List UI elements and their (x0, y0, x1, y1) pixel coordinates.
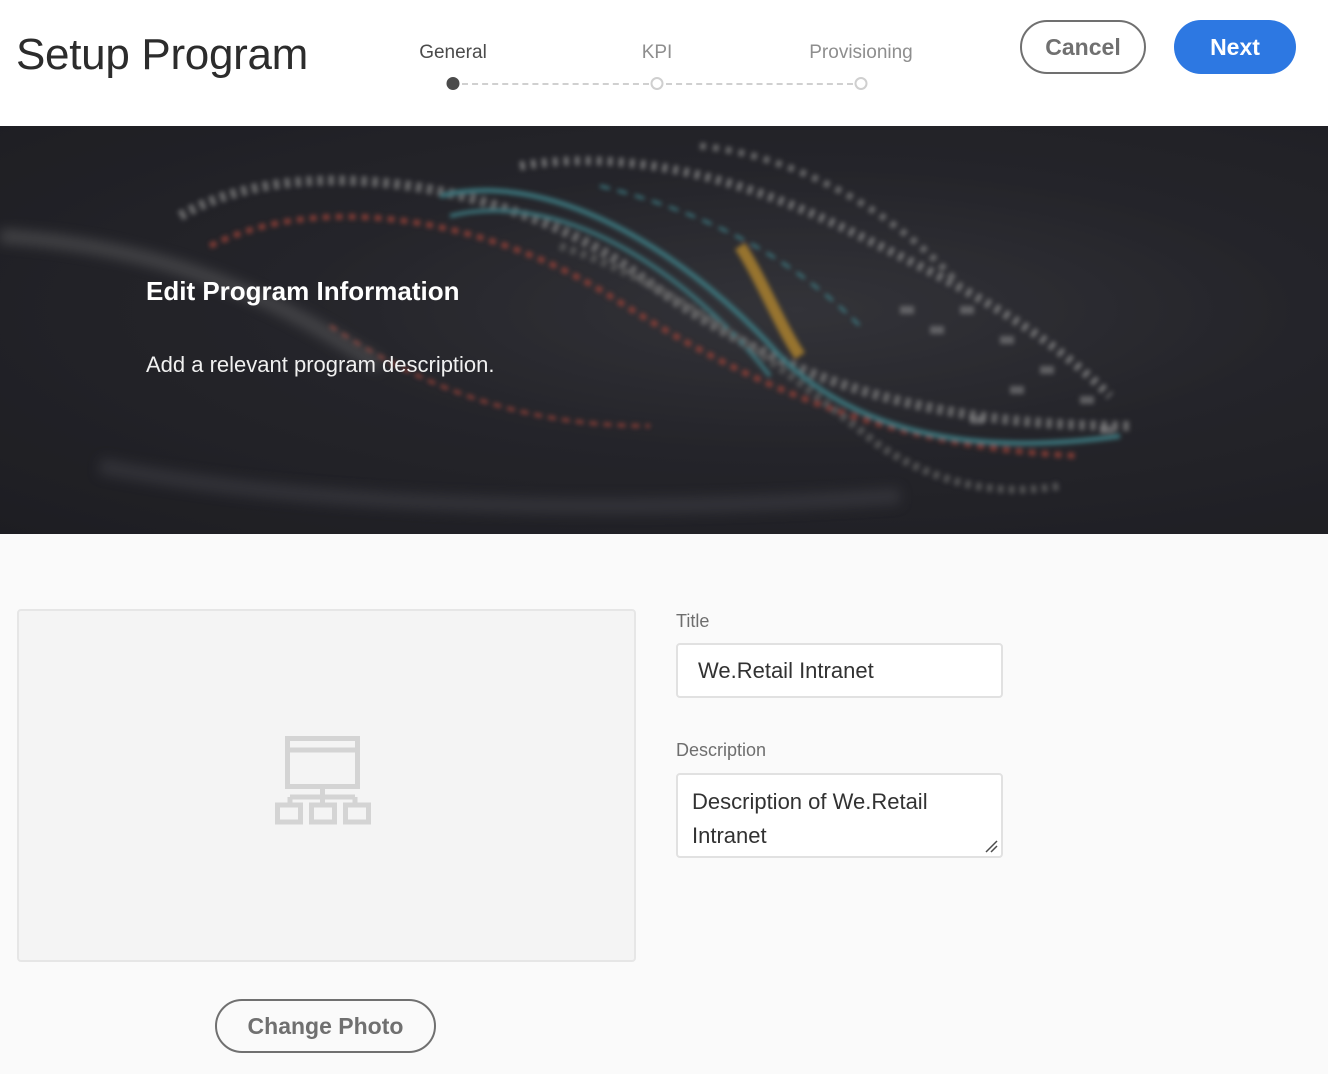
step-general-dot[interactable] (446, 77, 460, 90)
cancel-button[interactable]: Cancel (1020, 20, 1146, 74)
step-provisioning-label[interactable]: Provisioning (809, 42, 913, 64)
title-label: Title (676, 611, 710, 631)
description-label: Description (676, 740, 767, 760)
change-photo-button[interactable]: Change Photo (215, 999, 436, 1053)
sitemap-icon (275, 736, 371, 825)
description-textarea[interactable]: Description of We.Retail Intranet (676, 773, 1003, 858)
step-connector (462, 83, 649, 85)
description-text: Description of We.Retail Intranet (692, 789, 928, 848)
step-kpi-dot[interactable] (650, 77, 664, 90)
next-button[interactable]: Next (1174, 20, 1296, 74)
step-kpi-label[interactable]: KPI (642, 42, 673, 64)
program-thumbnail (17, 609, 636, 962)
banner-subtitle: Add a relevant program description. (146, 352, 495, 377)
step-provisioning-dot[interactable] (854, 77, 868, 90)
step-connector (666, 83, 853, 85)
wizard-steps: General KPI Provisioning (0, 0, 1000, 126)
banner-title: Edit Program Information (146, 276, 460, 306)
banner-background-art (0, 126, 1328, 534)
resize-handle-icon[interactable] (984, 839, 998, 853)
hero-banner: Edit Program Information Add a relevant … (0, 126, 1328, 534)
header: Setup Program General KPI Provisioning C… (0, 0, 1328, 126)
step-general-label[interactable]: General (419, 42, 487, 64)
title-input[interactable]: We.Retail Intranet (676, 643, 1003, 698)
